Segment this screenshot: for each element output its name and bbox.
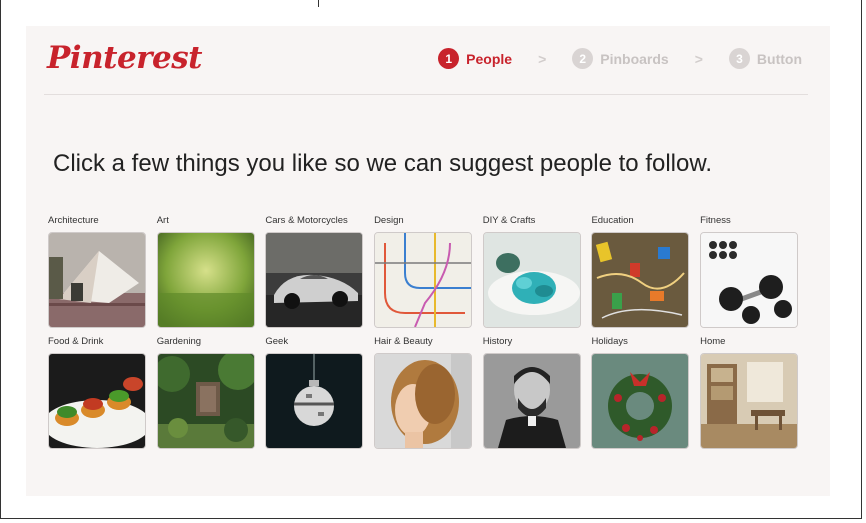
art-photo[interactable] bbox=[156, 232, 255, 328]
category-label: Holidays bbox=[591, 336, 628, 347]
step-number-3: 3 bbox=[728, 48, 750, 69]
hair-photo[interactable] bbox=[374, 353, 473, 449]
category-cars-motorcycles[interactable]: Cars & Motorcycles bbox=[265, 215, 364, 328]
category-label: Art bbox=[156, 215, 169, 226]
category-holidays[interactable]: Holidays bbox=[591, 336, 690, 449]
step-button: 3 Button bbox=[728, 48, 802, 69]
category-label: Design bbox=[374, 215, 404, 226]
step-pinboards: 2 Pinboards bbox=[572, 48, 669, 69]
category-label: DIY & Crafts bbox=[482, 215, 536, 226]
step-label-button: Button bbox=[756, 50, 802, 67]
category-label: Education bbox=[591, 215, 634, 226]
education-photo[interactable] bbox=[591, 232, 690, 328]
category-hair-beauty[interactable]: Hair & Beauty bbox=[374, 336, 473, 449]
step-label-pinboards: Pinboards bbox=[600, 50, 669, 67]
step-separator: > bbox=[694, 50, 703, 67]
garden-photo[interactable] bbox=[156, 353, 255, 449]
category-label: History bbox=[482, 336, 513, 347]
design-map-photo[interactable] bbox=[374, 232, 473, 328]
category-label: Hair & Beauty bbox=[374, 336, 433, 347]
category-fitness[interactable]: Fitness bbox=[700, 215, 799, 328]
step-number-1: 1 bbox=[438, 48, 460, 69]
architecture-photo[interactable] bbox=[48, 232, 146, 328]
home-interior-photo[interactable] bbox=[700, 353, 799, 449]
header-divider bbox=[44, 94, 808, 95]
category-grid: Architecture Art Cars & Motorcycles Desi… bbox=[48, 215, 808, 449]
portrait-photo[interactable] bbox=[482, 353, 581, 449]
category-label: Fitness bbox=[700, 215, 731, 226]
category-education[interactable]: Education bbox=[591, 215, 690, 328]
category-label: Home bbox=[700, 336, 726, 347]
category-label: Gardening bbox=[156, 336, 202, 347]
car-photo[interactable] bbox=[265, 232, 364, 328]
category-food-drink[interactable]: Food & Drink bbox=[48, 336, 146, 449]
category-design[interactable]: Design bbox=[374, 215, 473, 328]
crafts-photo[interactable] bbox=[482, 232, 581, 328]
page-headline: Click a few things you like so we can su… bbox=[53, 150, 713, 177]
category-art[interactable]: Art bbox=[156, 215, 255, 328]
onboarding-card: Pinterest 1 People > 2 Pinboards > 3 But… bbox=[26, 26, 830, 496]
category-architecture[interactable]: Architecture bbox=[48, 215, 146, 328]
category-home[interactable]: Home bbox=[700, 336, 799, 449]
frame-mark bbox=[318, 0, 319, 7]
category-label: Geek bbox=[265, 336, 289, 347]
step-separator: > bbox=[538, 50, 547, 67]
dumbbell-photo[interactable] bbox=[700, 232, 799, 328]
onboarding-steps: 1 People > 2 Pinboards > 3 Button bbox=[438, 48, 802, 69]
step-people: 1 People bbox=[438, 48, 512, 69]
category-gardening[interactable]: Gardening bbox=[156, 336, 255, 449]
food-photo[interactable] bbox=[48, 353, 146, 449]
step-label-people: People bbox=[466, 50, 513, 67]
category-label: Food & Drink bbox=[48, 336, 104, 347]
category-geek[interactable]: Geek bbox=[265, 336, 364, 449]
category-history[interactable]: History bbox=[482, 336, 581, 449]
category-diy-crafts[interactable]: DIY & Crafts bbox=[482, 215, 581, 328]
pinterest-logo[interactable]: Pinterest bbox=[47, 40, 203, 76]
category-label: Architecture bbox=[48, 215, 99, 226]
step-number-2: 2 bbox=[572, 48, 594, 69]
ornament-photo[interactable] bbox=[265, 353, 364, 449]
wreath-photo[interactable] bbox=[591, 353, 690, 449]
category-label: Cars & Motorcycles bbox=[265, 215, 348, 226]
